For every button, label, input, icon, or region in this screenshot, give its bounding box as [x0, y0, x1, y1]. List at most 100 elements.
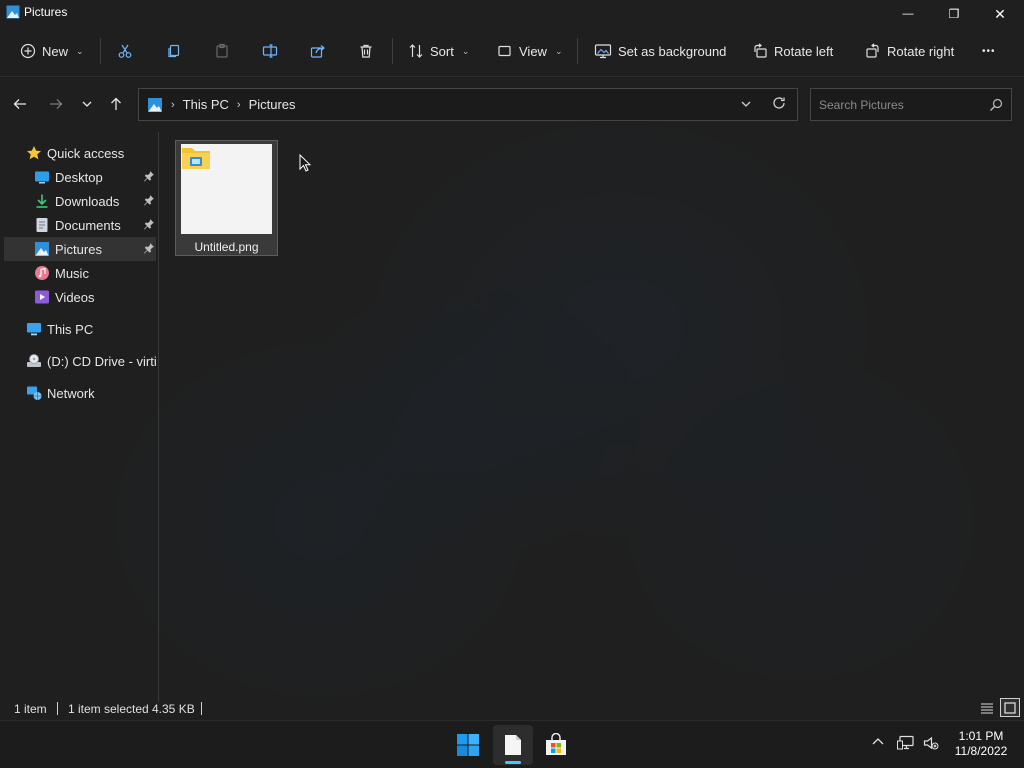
- new-button[interactable]: New ⌄: [20, 30, 84, 72]
- sidebar-item-label: Documents: [55, 217, 121, 233]
- rotate-left-label: Rotate left: [774, 43, 834, 59]
- breadcrumb-chevron-icon: ›: [236, 98, 241, 111]
- restore-icon: ❐: [948, 7, 960, 21]
- toolbar-separator: [100, 38, 101, 64]
- speaker-muted-icon: [923, 736, 939, 750]
- rotate-left-button[interactable]: Rotate left: [752, 30, 833, 72]
- windows-start-icon: [457, 734, 479, 756]
- command-bar: New ⌄ Sort ⌄ View ⌄ Set as background Ro…: [0, 30, 1024, 72]
- title-bar[interactable]: Pictures — ❐ ✕: [0, 0, 1024, 28]
- view-button[interactable]: View ⌄: [497, 30, 563, 72]
- back-button[interactable]: [10, 92, 30, 116]
- copy-button[interactable]: [166, 30, 182, 72]
- taskbar-file-explorer[interactable]: [493, 725, 533, 765]
- cut-button[interactable]: [117, 30, 133, 72]
- chevron-down-icon: ⌄: [461, 45, 470, 56]
- maximize-button[interactable]: ❐: [931, 0, 977, 28]
- refresh-icon[interactable]: [771, 95, 787, 111]
- toolbar-separator: [577, 38, 578, 64]
- sidebar-item-downloads[interactable]: Downloads: [4, 189, 156, 213]
- minimize-icon: —: [902, 8, 914, 20]
- details-view-button[interactable]: [977, 698, 997, 717]
- sidebar-item-this-pc[interactable]: This PC: [4, 317, 156, 341]
- breadcrumb-pictures[interactable]: Pictures: [249, 97, 296, 112]
- set-as-background-button[interactable]: Set as background: [594, 30, 726, 72]
- pin-icon[interactable]: [143, 194, 155, 206]
- sidebar-item-videos[interactable]: Videos: [4, 285, 156, 309]
- paste-icon: [216, 43, 228, 58]
- sidebar-item-network[interactable]: Network: [4, 381, 156, 405]
- trash-icon: [360, 44, 372, 58]
- details-view-icon: [981, 703, 993, 713]
- delete-button[interactable]: [358, 30, 374, 72]
- recent-locations-button[interactable]: [77, 92, 97, 116]
- file-page-icon: [505, 735, 521, 755]
- store-bag-icon: [546, 733, 566, 755]
- minimize-button[interactable]: —: [885, 0, 931, 28]
- breadcrumb-this-pc[interactable]: This PC: [183, 97, 229, 112]
- sidebar-item-music[interactable]: Music: [4, 261, 156, 285]
- sort-button[interactable]: Sort ⌄: [408, 30, 469, 72]
- more-options-button[interactable]: •••: [982, 30, 996, 72]
- sidebar-item-documents[interactable]: Documents: [4, 213, 156, 237]
- music-icon: [34, 265, 50, 281]
- view-label: View: [519, 43, 547, 59]
- window-title: Pictures: [24, 5, 68, 19]
- sidebar-item-pictures[interactable]: Pictures: [4, 237, 156, 261]
- folder-explorer-icon: [182, 148, 210, 169]
- sidebar-item-desktop[interactable]: Desktop: [4, 165, 156, 189]
- rotate-right-button[interactable]: Rotate right: [865, 30, 954, 72]
- sidebar-item-label: Network: [47, 385, 95, 401]
- clock[interactable]: 1:01 PM 11/8/2022: [948, 729, 1014, 759]
- status-bar: 1 item 1 item selected 4.35 KB: [0, 698, 1024, 720]
- sidebar-item-quick-access[interactable]: Quick access: [4, 141, 156, 165]
- toolbar-separator: [392, 38, 393, 64]
- start-button[interactable]: [448, 725, 488, 765]
- file-item[interactable]: Untitled.png: [175, 140, 278, 256]
- network-status-button[interactable]: [897, 735, 915, 754]
- sidebar-item-label: This PC: [47, 321, 94, 337]
- search-icon: [990, 98, 1003, 111]
- close-button[interactable]: ✕: [977, 0, 1023, 28]
- paste-button[interactable]: [214, 30, 230, 72]
- copy-icon: [168, 44, 180, 58]
- rotate-right-label: Rotate right: [887, 43, 955, 59]
- search-box[interactable]: [810, 88, 1012, 121]
- chevron-down-icon: [82, 101, 92, 107]
- rename-button[interactable]: [262, 30, 278, 72]
- mouse-cursor-icon: [299, 154, 311, 172]
- file-explorer-window: Pictures — ❐ ✕ New ⌄ Sort ⌄ View ⌄ Set a…: [0, 0, 1024, 720]
- sidebar-divider: [158, 132, 159, 702]
- more-icon: •••: [982, 45, 996, 57]
- video-icon: [34, 289, 50, 305]
- volume-button[interactable]: [923, 735, 939, 754]
- sidebar-item-label: Videos: [55, 289, 95, 305]
- address-bar[interactable]: › This PC › Pictures: [138, 88, 798, 121]
- taskbar-microsoft-store[interactable]: [536, 725, 576, 765]
- large-icons-view-button[interactable]: [1000, 698, 1020, 717]
- sidebar-item-label: Pictures: [55, 241, 102, 257]
- up-button[interactable]: [106, 92, 126, 116]
- selection-count: 1 item selected: [68, 702, 149, 716]
- forward-button[interactable]: [46, 92, 66, 116]
- scissors-icon: [118, 44, 132, 58]
- network-icon: [26, 385, 42, 401]
- pin-icon[interactable]: [143, 170, 155, 182]
- pin-icon[interactable]: [143, 242, 155, 254]
- selection-size: 4.35 KB: [152, 702, 195, 716]
- chevron-down-icon: ⌄: [76, 45, 84, 56]
- desktop-icon: [34, 169, 50, 185]
- show-hidden-icons-button[interactable]: [871, 735, 885, 752]
- share-button[interactable]: [310, 30, 326, 72]
- plus-circle-icon: [20, 43, 36, 59]
- chevron-up-icon: [872, 738, 884, 745]
- pictures-app-icon: [6, 5, 20, 19]
- pin-icon[interactable]: [143, 218, 155, 230]
- pictures-icon: [34, 241, 50, 257]
- address-history-chevron-icon[interactable]: [739, 97, 753, 111]
- breadcrumb-chevron-icon: ›: [171, 98, 175, 111]
- sidebar-item-label: Music: [55, 265, 89, 281]
- status-separator: [57, 702, 58, 715]
- search-input[interactable]: [819, 97, 984, 112]
- sidebar-item-cd-drive[interactable]: (D:) CD Drive - virtio-win: [4, 349, 156, 373]
